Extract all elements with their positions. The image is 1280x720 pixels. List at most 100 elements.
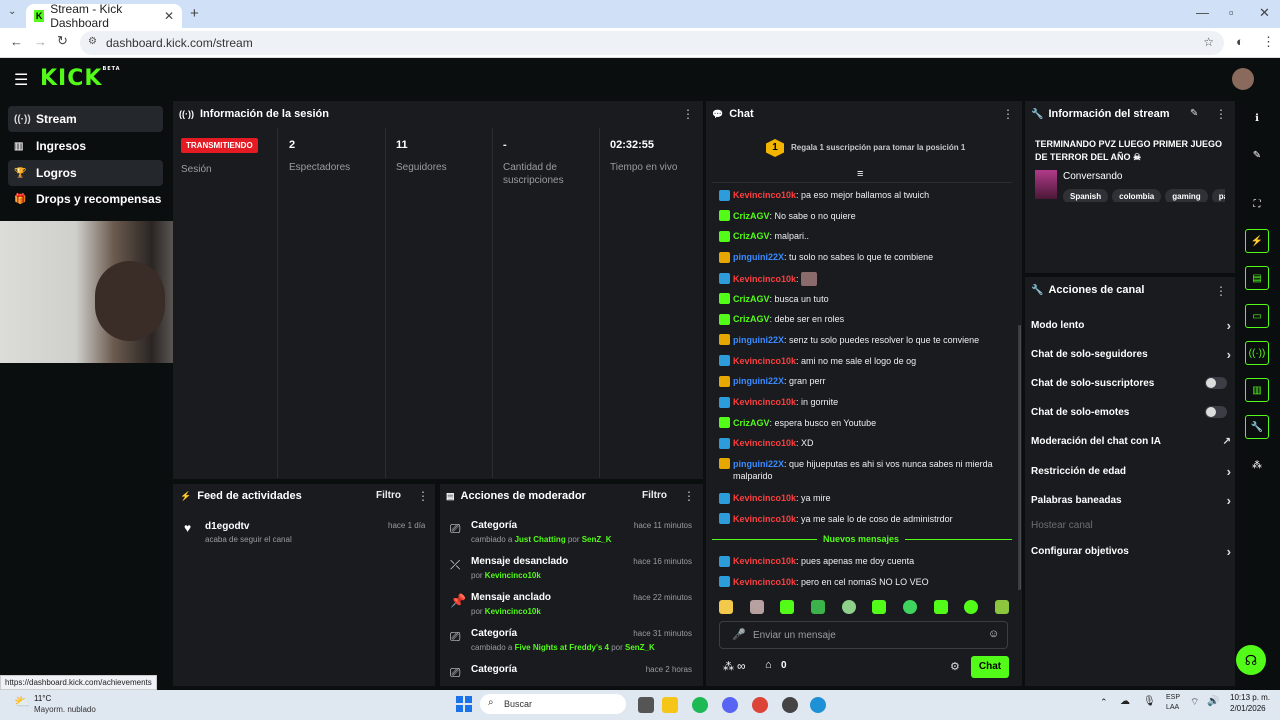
emote-icon[interactable]	[749, 600, 764, 614]
tab-list-icon[interactable]: ⌄	[8, 6, 16, 17]
sidebar-item-ingresos[interactable]: ▥ Ingresos	[8, 133, 163, 159]
mod-action-by[interactable]: SenZ_K	[582, 535, 612, 544]
feed-filter-button[interactable]: Filtro	[376, 490, 401, 501]
chat-icon[interactable]: ▭	[1245, 304, 1269, 328]
chat-username[interactable]: CrizAGV	[733, 231, 770, 241]
discord-icon[interactable]	[722, 697, 738, 713]
chrome-icon[interactable]	[752, 697, 768, 713]
sidebar-item-drops[interactable]: 🎁 Drops y recompensas	[8, 186, 163, 212]
action-slow-mode[interactable]: Modo lento ›	[1031, 318, 1231, 333]
emote-icon[interactable]	[719, 600, 733, 614]
chat-username[interactable]: Kevincinco10k	[733, 397, 796, 407]
broadcast-rail-icon[interactable]: ((·))	[1245, 341, 1269, 365]
chat-menu-icon[interactable]: ⋮	[1002, 107, 1014, 121]
task-view-icon[interactable]	[638, 697, 654, 713]
sidebar-item-stream[interactable]: ((·)) Stream	[8, 106, 163, 132]
tab-close-icon[interactable]: ✕	[164, 9, 174, 23]
edit-pencil-icon[interactable]: ✎	[1190, 108, 1198, 119]
mod-action-target[interactable]: Kevincinco10k	[485, 607, 541, 616]
forward-icon[interactable]: →	[34, 34, 47, 49]
site-info-icon[interactable]: ⚙	[88, 36, 97, 47]
file-explorer-icon[interactable]	[662, 697, 678, 713]
emote-icon[interactable]	[780, 600, 795, 614]
window-close-icon[interactable]: ✕	[1259, 5, 1270, 21]
mod-action-target[interactable]: Kevincinco10k	[485, 571, 541, 580]
emoji-picker-icon[interactable]: ☺	[988, 628, 999, 640]
weather-icon[interactable]: ⛅	[14, 694, 30, 710]
browser-tab[interactable]: K Stream - Kick Dashboard ✕	[26, 2, 182, 30]
mod-filter-button[interactable]: Filtro	[642, 490, 667, 501]
url-field[interactable]: ⚙ dashboard.kick.com/stream ☆	[80, 31, 1224, 55]
kick-logo[interactable]: KICKBETA	[40, 66, 121, 91]
chat-username[interactable]: CrizAGV	[733, 211, 770, 221]
tag-chip[interactable]: gaming	[1165, 189, 1208, 202]
action-configure-goals[interactable]: Configurar objetivos ›	[1031, 544, 1231, 559]
mod-action-by[interactable]: SenZ_K	[625, 643, 655, 652]
hamburger-menu-icon[interactable]: ☰	[14, 70, 28, 90]
fullscreen-icon[interactable]: ⛶	[1245, 192, 1269, 216]
support-headset-icon[interactable]: ☊	[1236, 645, 1266, 675]
steam-icon[interactable]	[782, 697, 798, 713]
chat-username[interactable]: Kevincinco10k	[733, 356, 796, 366]
chat-username[interactable]: Kevincinco10k	[733, 274, 796, 284]
chat-username[interactable]: CrizAGV	[733, 314, 770, 324]
chat-settings-icon[interactable]: ⚙	[950, 660, 960, 673]
edit-icon[interactable]: ✎	[1245, 143, 1269, 167]
network-icon[interactable]: ☁	[1120, 696, 1130, 707]
feed-user[interactable]: d1egodtv	[205, 521, 249, 532]
quick-action-icon[interactable]: ⚡	[1245, 229, 1269, 253]
chat-username[interactable]: pinguini22X	[733, 376, 784, 386]
emotes-only-toggle[interactable]	[1205, 406, 1227, 418]
emote-icon[interactable]	[841, 600, 856, 614]
chat-username[interactable]: Kevincinco10k	[733, 438, 796, 448]
emote-icon[interactable]	[964, 600, 979, 614]
edge-icon[interactable]	[810, 697, 826, 713]
wrench-rail-icon[interactable]: 🔧	[1245, 415, 1269, 439]
feed-menu-icon[interactable]: ⋮	[417, 489, 429, 503]
chat-send-button[interactable]: Chat	[971, 656, 1009, 678]
mod-action-target[interactable]: Just Chatting	[515, 535, 566, 544]
mic-tray-icon[interactable]: 🎙	[1143, 696, 1156, 707]
tag-chip[interactable]: colombia	[1112, 189, 1162, 202]
pinned-collapse-icon[interactable]: ≡	[857, 168, 863, 180]
action-followers-only[interactable]: Chat de solo-seguidores ›	[1031, 347, 1231, 362]
channel-points-icon[interactable]: ⁂	[723, 660, 734, 673]
clock-time[interactable]: 10:13 p. m.	[1230, 693, 1270, 702]
stream-info-menu-icon[interactable]: ⋮	[1215, 107, 1227, 121]
reload-icon[interactable]: ↻	[57, 33, 68, 49]
subscribers-only-toggle[interactable]	[1205, 377, 1227, 389]
tag-chip[interactable]: pas	[1211, 189, 1225, 202]
language-code[interactable]: ESP	[1166, 694, 1180, 701]
extensions-icon[interactable]: ◐	[1236, 34, 1244, 49]
chat-username[interactable]: Kevincinco10k	[733, 190, 796, 200]
chat-username[interactable]: CrizAGV	[733, 294, 770, 304]
chat-username[interactable]: Kevincinco10k	[733, 493, 796, 503]
chat-username[interactable]: Kevincinco10k	[733, 556, 796, 566]
gift-prompt[interactable]: Regala 1 suscripción para tomar la posic…	[791, 143, 965, 152]
community-icon[interactable]: ⁂	[1245, 453, 1269, 477]
mod-action-target[interactable]: Five Nights at Freddy's 4	[515, 643, 609, 652]
emote-icon[interactable]	[902, 600, 917, 614]
emote-icon[interactable]	[872, 600, 887, 614]
spotify-icon[interactable]	[692, 697, 708, 713]
session-menu-icon[interactable]: ⋮	[682, 107, 694, 121]
taskbar-search[interactable]: ⌕ Buscar	[480, 694, 626, 714]
store-icon[interactable]: ⌂	[765, 659, 772, 671]
clock-date[interactable]: 2/01/2026	[1230, 704, 1266, 713]
chat-username[interactable]: pinguini22X	[733, 252, 784, 262]
chat-username[interactable]: Kevincinco10k	[733, 514, 796, 524]
chat-username[interactable]: pinguini22X	[733, 335, 784, 345]
chat-username[interactable]: CrizAGV	[733, 418, 770, 428]
minimize-icon[interactable]: —	[1196, 5, 1209, 20]
volume-icon[interactable]: 🔊	[1207, 696, 1219, 707]
notes-icon[interactable]: ▤	[1245, 266, 1269, 290]
new-tab-icon[interactable]: +	[190, 5, 199, 22]
browser-menu-icon[interactable]: ⋮	[1262, 34, 1275, 50]
mod-tools-icon[interactable]: ▥	[1245, 378, 1269, 402]
chat-username[interactable]: Kevincinco10k	[733, 577, 796, 587]
mod-menu-icon[interactable]: ⋮	[683, 489, 695, 503]
chat-input[interactable]: 🎤 Enviar un mensaje ☺	[719, 621, 1008, 649]
windows-start-icon[interactable]	[456, 696, 472, 712]
tag-chip[interactable]: Spanish	[1063, 189, 1109, 202]
emote-icon[interactable]	[994, 600, 1009, 614]
